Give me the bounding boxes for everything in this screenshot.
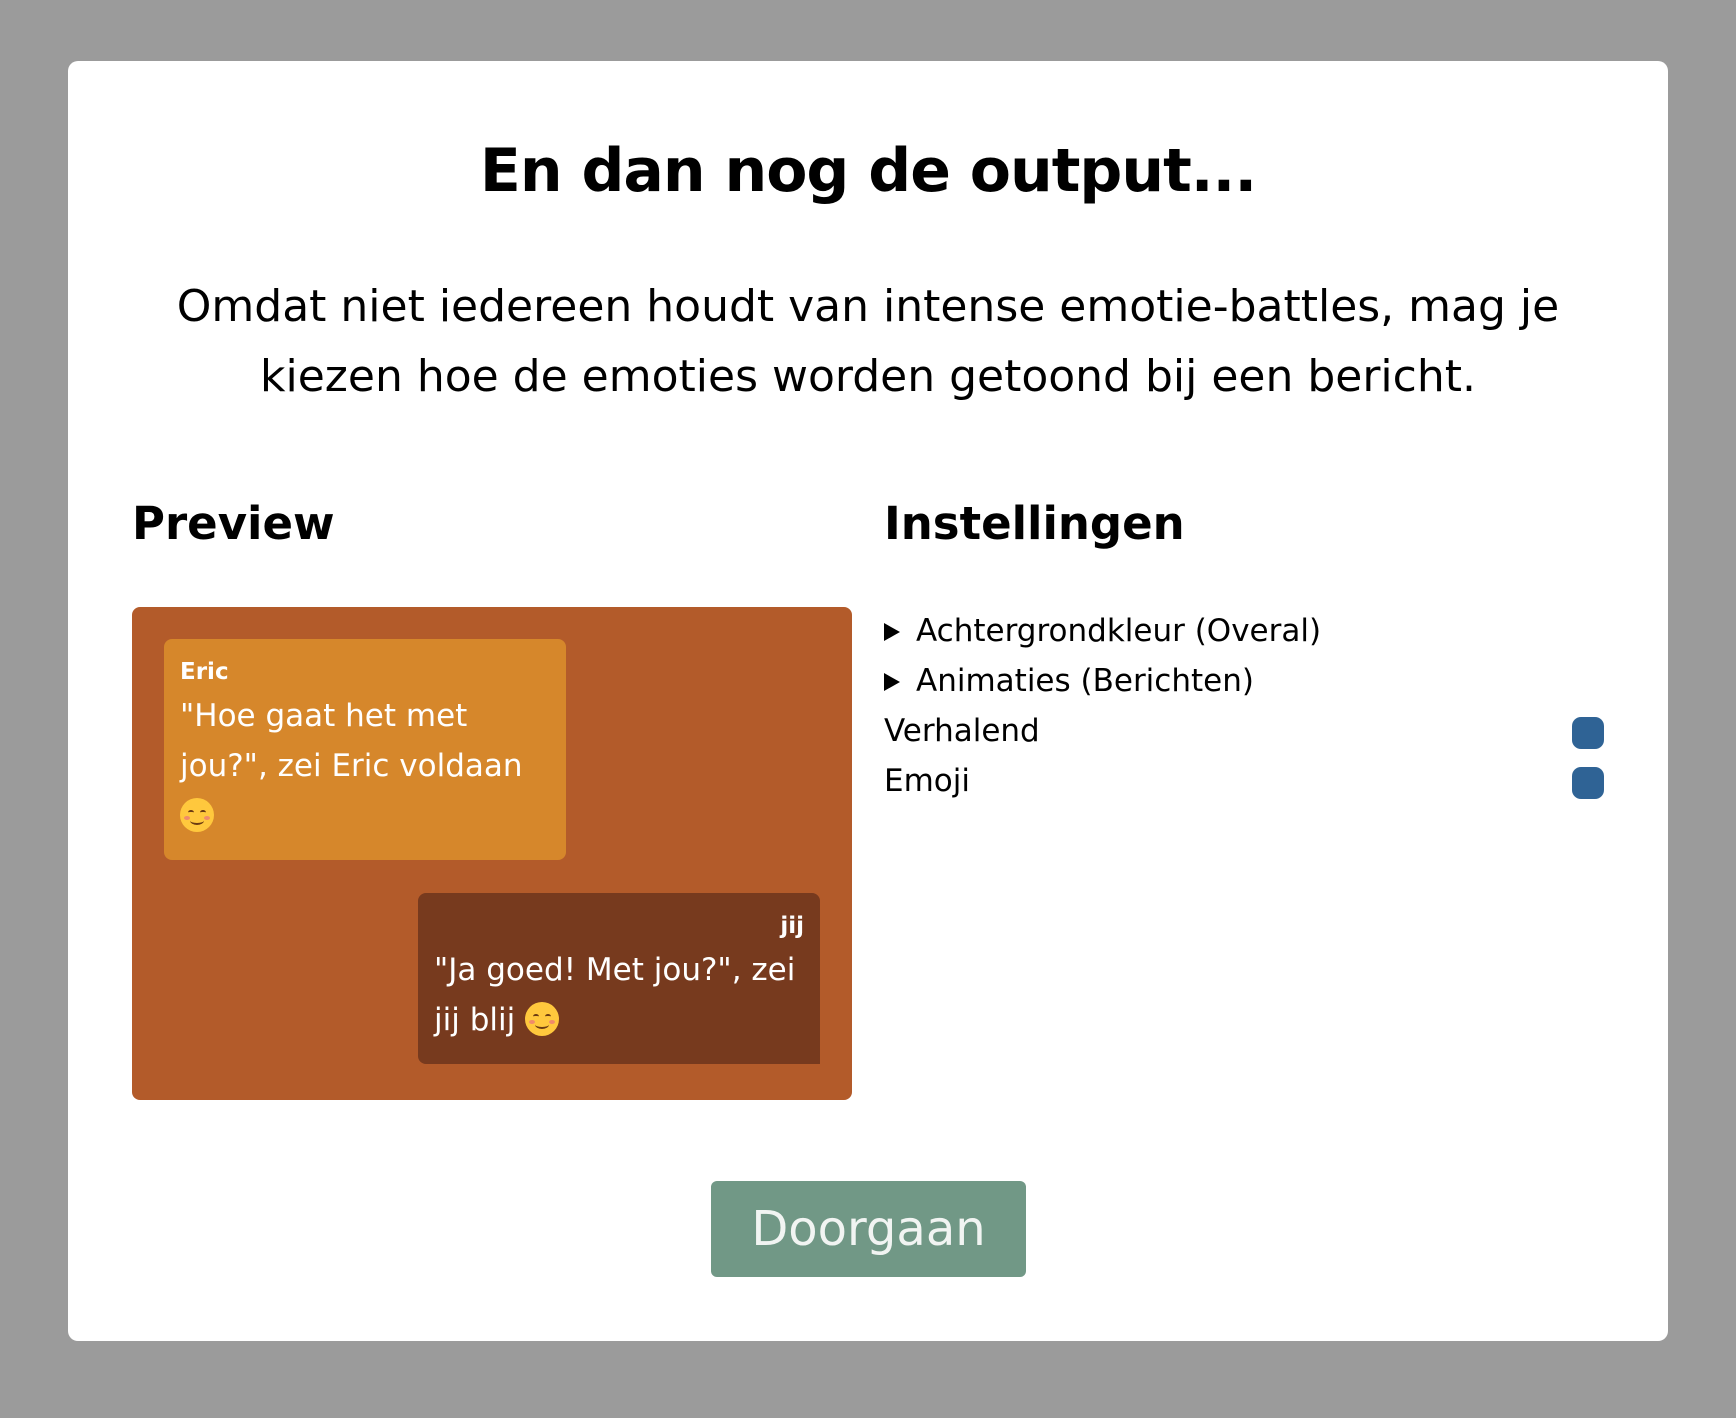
setting-background-color-disclosure[interactable]: Achtergrondkleur (Overal) — [884, 606, 1604, 656]
chat-preview: Eric "Hoe gaat het met jou?", zei Eric v… — [132, 607, 852, 1100]
message-bubble-jij: jij "Ja goed! Met jou?", zei jij blij — [418, 893, 820, 1064]
setting-label: Animaties (Berichten) — [916, 663, 1254, 699]
output-settings-modal: En dan nog de output... Omdat niet ieder… — [68, 61, 1668, 1341]
setting-emoji: Emoji — [884, 756, 1604, 806]
setting-label: Achtergrondkleur (Overal) — [916, 613, 1322, 649]
message-text: "Ja goed! Met jou?", zei jij blij — [434, 945, 804, 1045]
setting-animations-disclosure[interactable]: Animaties (Berichten) — [884, 656, 1604, 706]
modal-intro-text: Omdat niet iedereen houdt van intense em… — [176, 281, 1560, 402]
message-sender: jij — [780, 913, 804, 939]
setting-verhalend: Verhalend — [884, 706, 1604, 756]
message-text-content: "Hoe gaat het met jou?", zei Eric voldaa… — [180, 698, 523, 784]
triangle-right-icon — [884, 673, 900, 691]
settings-heading: Instellingen — [884, 497, 1185, 550]
message-text-content: "Ja goed! Met jou?", zei jij blij — [434, 952, 796, 1038]
modal-title: En dan nog de output... — [479, 136, 1257, 206]
settings-list: Achtergrondkleur (Overal) Animaties (Ber… — [884, 606, 1604, 806]
triangle-right-icon — [884, 623, 900, 641]
emoji-toggle[interactable] — [1572, 767, 1604, 799]
setting-label: Emoji — [884, 763, 970, 799]
relieved-face-emoji-icon — [180, 798, 214, 832]
smiling-face-emoji-icon — [525, 1002, 560, 1036]
message-sender: Eric — [180, 659, 229, 685]
message-text: "Hoe gaat het met jou?", zei Eric voldaa… — [180, 691, 550, 841]
continue-button[interactable]: Doorgaan — [711, 1181, 1026, 1277]
preview-heading: Preview — [132, 497, 335, 550]
message-bubble-eric: Eric "Hoe gaat het met jou?", zei Eric v… — [164, 639, 566, 860]
setting-label: Verhalend — [884, 713, 1040, 749]
verhalend-toggle[interactable] — [1572, 717, 1604, 749]
